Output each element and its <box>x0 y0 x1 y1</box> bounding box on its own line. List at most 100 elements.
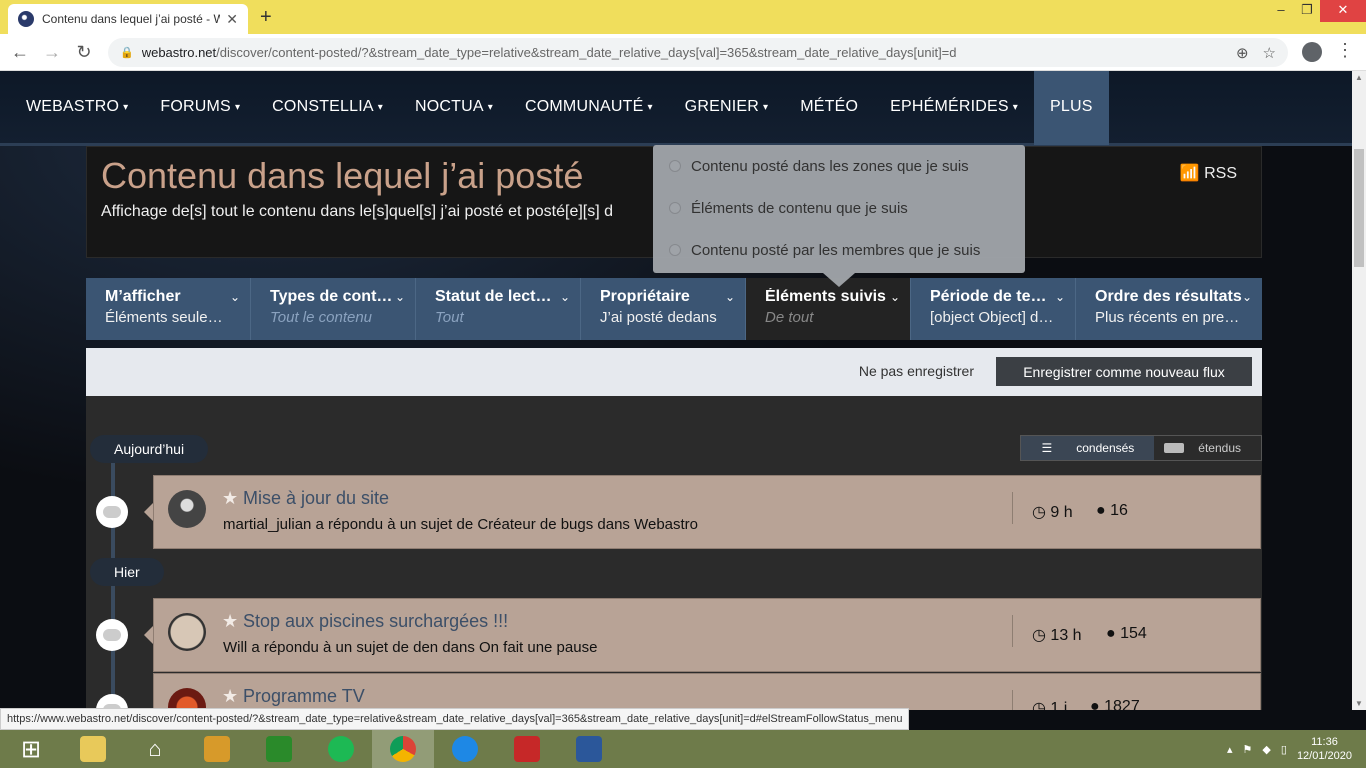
filter-owner[interactable]: Propriétaire J’ai posté dedans ⌄ <box>581 278 746 340</box>
avatar[interactable] <box>168 688 206 710</box>
nav-constellia[interactable]: CONSTELLIA ▾ <box>256 71 399 145</box>
star-icon[interactable]: ★ <box>222 686 238 707</box>
chevron-down-icon: ⌄ <box>1054 290 1065 304</box>
tray-chevron-icon[interactable]: ▴ <box>1227 743 1233 756</box>
filter-followed-items[interactable]: Éléments suivis De tout ⌄ <box>746 278 911 340</box>
taskbar-word[interactable] <box>558 730 620 768</box>
divider <box>1012 492 1013 524</box>
save-new-stream-button[interactable]: Enregistrer comme nouveau flux <box>996 357 1252 386</box>
filter-value: Tout <box>435 309 464 326</box>
nav-label: NOCTUA <box>415 98 484 115</box>
taskbar-store[interactable] <box>248 730 310 768</box>
view-expanded-button[interactable]: étendus <box>1154 436 1261 460</box>
main-navigation: WEBASTRO ▾ FORUMS ▾ CONSTELLIA ▾ NOCTUA ▾ CO… <box>0 71 1352 146</box>
network-icon[interactable]: ⚑ <box>1243 743 1253 756</box>
filter-content-types[interactable]: Types de contenu Tout le contenu ⌄ <box>251 278 416 340</box>
nav-webastro[interactable]: WEBASTRO ▾ <box>10 71 144 145</box>
star-icon[interactable]: ★ <box>222 488 238 509</box>
taskbar-acrobat[interactable] <box>496 730 558 768</box>
nav-communaute[interactable]: COMMUNAUTÉ ▾ <box>509 71 669 145</box>
close-window-icon[interactable]: ✕ <box>1320 0 1366 22</box>
site-favicon-icon <box>18 11 34 27</box>
menu-option-followed-items[interactable]: Éléments de contenu que je suis <box>653 187 1025 229</box>
battery-icon[interactable]: ▯ <box>1281 743 1287 756</box>
scrollbar-thumb[interactable] <box>1354 149 1364 267</box>
nav-forums[interactable]: FORUMS ▾ <box>144 71 256 145</box>
save-stream-bar: Ne pas enregistrer Enregistrer comme nou… <box>86 348 1262 396</box>
taskbar-explorer[interactable] <box>62 730 124 768</box>
nav-label: COMMUNAUTÉ <box>525 98 644 115</box>
menu-pointer <box>823 273 855 287</box>
caret-down-icon: ▾ <box>487 101 493 113</box>
nav-noctua[interactable]: NOCTUA ▾ <box>399 71 509 145</box>
minimize-icon[interactable]: – <box>1268 0 1294 22</box>
menu-option-followed-members[interactable]: Contenu posté par les membres que je sui… <box>653 229 1025 271</box>
item-title[interactable]: Stop aux piscines surchargées !!! <box>243 611 508 632</box>
stream-item[interactable]: ★ Programme TV ◷ 1 j ● 1827 <box>153 673 1261 710</box>
forward-icon[interactable]: → <box>36 42 68 63</box>
list-icon: ☰ <box>1041 441 1053 455</box>
item-title[interactable]: Mise à jour du site <box>243 488 389 509</box>
scroll-up-icon[interactable]: ▲ <box>1355 73 1363 82</box>
chevron-down-icon: ⌄ <box>394 290 405 304</box>
taskbar-chrome[interactable] <box>372 730 434 768</box>
taskbar-notes[interactable] <box>186 730 248 768</box>
window-controls: – ❐ ✕ <box>1268 0 1366 22</box>
taskbar-ie[interactable] <box>434 730 496 768</box>
caret-down-icon: ▾ <box>762 101 769 113</box>
back-icon[interactable]: ← <box>4 42 36 63</box>
item-title[interactable]: Programme TV <box>243 686 365 707</box>
dont-save-button[interactable]: Ne pas enregistrer <box>859 363 974 379</box>
avatar[interactable] <box>168 613 206 651</box>
avatar[interactable] <box>168 490 206 528</box>
menu-option-followed-areas[interactable]: Contenu posté dans les zones que je suis <box>653 145 1025 187</box>
filter-value: Tout le contenu <box>270 309 373 326</box>
filter-label: Ordre des résultats <box>1095 288 1242 305</box>
scroll-down-icon[interactable]: ▼ <box>1355 699 1363 708</box>
filter-read-status[interactable]: Statut de lecture Tout ⌄ <box>416 278 581 340</box>
view-condensed-button[interactable]: ☰ condensés <box>1021 436 1155 460</box>
close-tab-icon[interactable]: ✕ <box>226 11 238 28</box>
url-path: /discover/content-posted/?&stream_date_t… <box>216 45 957 60</box>
new-tab-button[interactable]: + <box>260 6 272 29</box>
stream-item[interactable]: ★ Stop aux piscines surchargées !!! Will… <box>153 598 1261 672</box>
comment-bubble-icon <box>96 496 128 528</box>
filter-time-period[interactable]: Période de temps [object Object] derniers… <box>911 278 1076 340</box>
taskbar-home[interactable]: ⌂ <box>124 730 186 768</box>
caret-down-icon: ▾ <box>123 101 129 113</box>
filter-value: J’ai posté dedans <box>600 309 717 326</box>
profile-avatar-icon[interactable] <box>1302 42 1322 62</box>
bookmark-star-icon[interactable]: ☆ <box>1263 44 1276 62</box>
filter-value: Plus récents en premier <box>1095 309 1242 326</box>
page-scrollbar[interactable]: ▲ ▼ <box>1352 71 1366 710</box>
address-bar[interactable]: 🔒 webastro.net/discover/content-posted/?… <box>108 38 1288 67</box>
nav-plus[interactable]: PLUS <box>1034 71 1109 145</box>
taskbar-spotify[interactable] <box>310 730 372 768</box>
nav-meteo[interactable]: MÉTÉO <box>784 71 874 145</box>
zoom-icon[interactable]: ⊕ <box>1236 44 1249 62</box>
browser-tabbar: Contenu dans lequel j’ai posté - W ✕ + –… <box>0 0 1366 34</box>
menu-kebab-icon[interactable]: ⋮ <box>1336 40 1354 61</box>
stream-filters: M’afficher Éléments seulement ⌄ Types de c… <box>86 278 1262 340</box>
url-text[interactable]: webastro.net/discover/content-posted/?&s… <box>142 45 1222 60</box>
nav-label: EPHÉMÉRIDES <box>890 98 1009 115</box>
filter-show[interactable]: M’afficher Éléments seulement ⌄ <box>86 278 251 340</box>
browser-tab[interactable]: Contenu dans lequel j’ai posté - W ✕ <box>8 4 248 34</box>
system-clock[interactable]: 11:36 12/01/2020 <box>1297 735 1352 763</box>
chevron-down-icon: ⌄ <box>889 290 900 304</box>
nav-grenier[interactable]: GRENIER ▾ <box>669 71 785 145</box>
filter-sort-order[interactable]: Ordre des résultats Plus récents en premi… <box>1076 278 1262 340</box>
reload-icon[interactable]: ↻ <box>68 42 100 63</box>
clock-date: 12/01/2020 <box>1296 750 1352 762</box>
nav-ephemerides[interactable]: EPHÉMÉRIDES ▾ <box>874 71 1034 145</box>
chevron-down-icon: ⌄ <box>559 290 570 304</box>
menu-option-label: Contenu posté par les membres que je sui… <box>691 241 981 259</box>
restore-icon[interactable]: ❐ <box>1294 0 1320 22</box>
view-expanded-label: étendus <box>1198 441 1241 455</box>
acrobat-tray-icon[interactable]: ◆ <box>1262 743 1270 756</box>
rss-link[interactable]: 📶 RSS <box>1180 163 1237 183</box>
star-icon[interactable]: ★ <box>222 611 238 632</box>
start-button[interactable]: ⊞ <box>0 730 62 768</box>
stream-item[interactable]: ★ Mise à jour du site martial_julian a r… <box>153 475 1261 549</box>
filter-value: De tout <box>765 309 814 326</box>
